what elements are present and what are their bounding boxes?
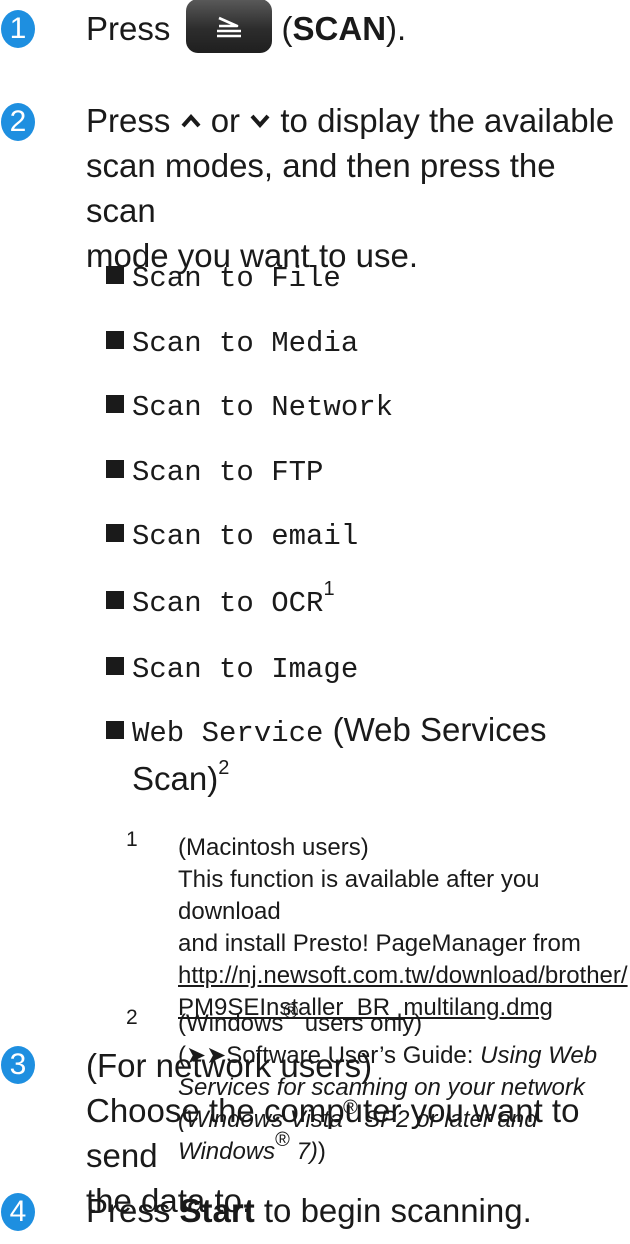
download-link[interactable]: http://nj.newsoft.com.tw/download/brothe…: [178, 962, 628, 989]
fn2-users-only: users only): [304, 1010, 423, 1037]
bullet-icon: [106, 266, 124, 285]
step-3-line-1: (For network users): [86, 1047, 373, 1084]
step-1-number: 1: [9, 12, 27, 45]
footnote-1-line-2: This function is available after you dow…: [178, 866, 540, 925]
scan-button[interactable]: [185, 0, 272, 54]
step-1-press: Press: [86, 10, 171, 47]
step-4-text: Press Start to begin scanning.: [86, 1188, 616, 1233]
scan-mode-item[interactable]: Scan to File: [106, 252, 616, 301]
step-2-line-2: scan modes, and then press the scan: [86, 147, 556, 229]
scan-mode-suffix: (Web Services: [332, 711, 547, 748]
step-2-number: 2: [9, 105, 27, 138]
step-4-badge: 4: [1, 1193, 35, 1231]
scan-mode-item[interactable]: Scan to Image: [106, 643, 616, 692]
scan-mode-item[interactable]: Scan to Network: [106, 381, 616, 430]
step-3-line-2: Choose the computer you want to send: [86, 1092, 580, 1174]
footnote-1-line-1: (Macintosh users): [178, 834, 369, 861]
footnote-2-number: 2: [126, 1006, 138, 1029]
fn2-windows: (Windows: [178, 1010, 284, 1037]
step-2-or: or: [210, 102, 241, 139]
step-4-rest: to begin scanning.: [263, 1192, 532, 1229]
bullet-icon: [106, 460, 124, 479]
bullet-icon: [106, 657, 124, 676]
scan-mode-label: Scan to Image: [132, 653, 359, 686]
scan-mode-item[interactable]: Web Service (Web Services Scan)2: [106, 707, 616, 801]
scan-mode-item[interactable]: Scan to Media: [106, 317, 616, 366]
bullet-icon: [106, 524, 124, 543]
footnote-ref: 1: [323, 578, 335, 600]
scan-mode-item[interactable]: Scan to OCR1: [106, 577, 616, 626]
step-3-badge: 3: [1, 1046, 35, 1084]
footnote-2-line-1: (Windows® users only): [178, 1002, 623, 1040]
step-2-line-1: Press or to display the available: [86, 98, 616, 143]
step-4-press: Press: [86, 1192, 171, 1229]
footnote-1: (Macintosh users) This function is avail…: [178, 832, 628, 1024]
step-2-text: Press or to display the available scan m…: [86, 98, 616, 278]
step-1-close: ).: [386, 10, 407, 47]
bullet-icon: [106, 591, 124, 610]
scan-mode-label: Scan to email: [132, 520, 359, 553]
step-2-line-1-rest: to display the available: [280, 102, 615, 139]
scan-mode-label: Scan to FTP: [132, 456, 324, 489]
chevron-down-icon: [250, 114, 270, 129]
footnote-1-number: 1: [126, 828, 138, 851]
step-3-number: 3: [9, 1048, 27, 1081]
chevron-up-icon: [181, 114, 201, 128]
reg-mark: ®: [283, 1001, 299, 1023]
footnote-1-line-3: and install Presto! PageManager from: [178, 930, 581, 957]
scan-mode-label: Web Service: [132, 717, 324, 750]
scan-mode-item[interactable]: Scan to FTP: [106, 446, 616, 495]
footnote-ref: 2: [218, 757, 230, 779]
scan-mode-label: Scan to OCR: [132, 587, 324, 620]
step-1-open-paren: (: [281, 10, 293, 47]
step-4-number: 4: [9, 1195, 27, 1228]
step-2-badge: 2: [1, 103, 35, 141]
scan-mode-suffix-2: Scan): [132, 760, 219, 797]
scan-label: SCAN: [292, 10, 387, 47]
scan-mode-label: Scan to File: [132, 262, 341, 295]
scan-mode-label: Scan to Network: [132, 391, 394, 424]
scan-icon: [216, 17, 241, 38]
step-2-press: Press: [86, 102, 171, 139]
start-label: Start: [179, 1192, 255, 1229]
bullet-icon: [106, 331, 124, 350]
scan-mode-label: Scan to Media: [132, 327, 359, 360]
bullet-icon: [106, 395, 124, 414]
step-1-text: Press (SCAN).: [86, 0, 616, 54]
bullet-icon: [106, 721, 124, 740]
step-1-badge: 1: [1, 10, 35, 48]
scan-mode-item[interactable]: Scan to email: [106, 510, 616, 559]
